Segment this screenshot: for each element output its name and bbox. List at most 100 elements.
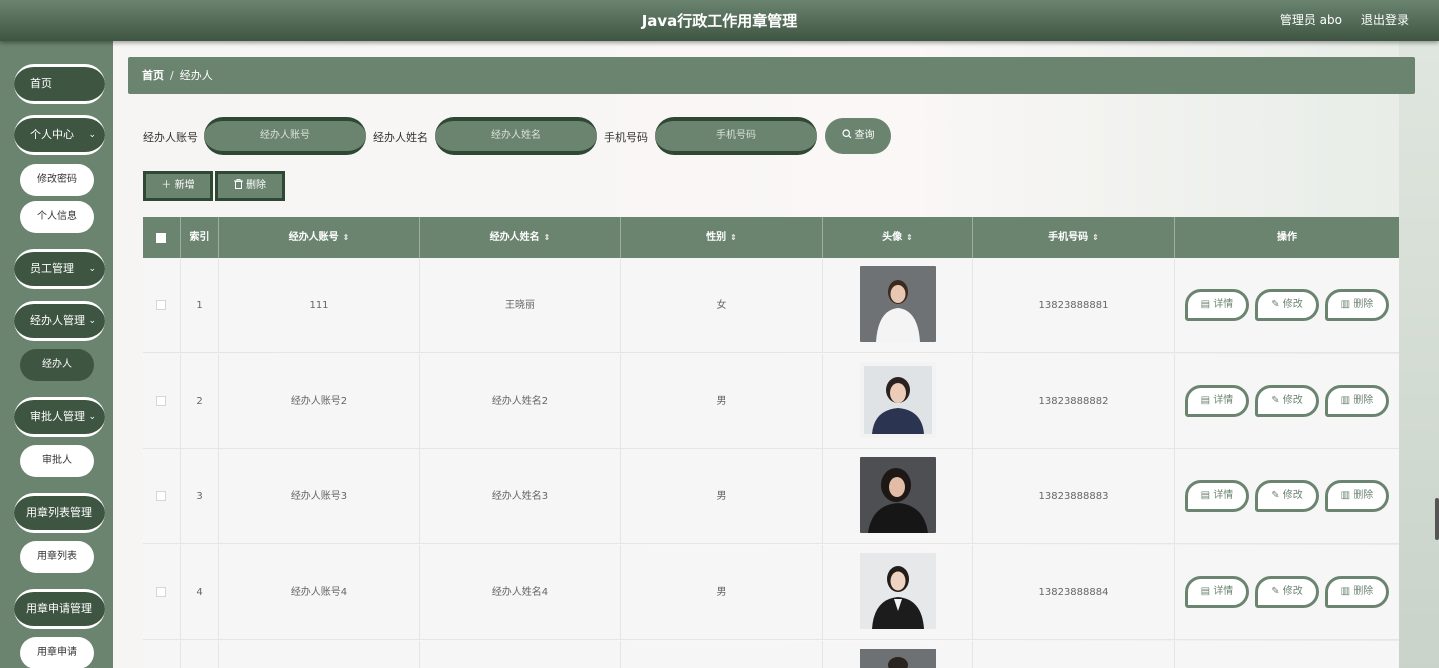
page-scrollbar[interactable]: [1435, 498, 1439, 540]
sidebar-item-handler-management[interactable]: 经办人管理 ⌄: [14, 301, 105, 341]
name-cell: 经办人姓名2: [420, 354, 621, 449]
gender-cell: [621, 641, 823, 668]
edit-button[interactable]: ✎ 修改: [1255, 289, 1319, 321]
sidebar-item-handler[interactable]: 经办人: [20, 349, 94, 381]
detail-button[interactable]: ▤ 详情: [1185, 385, 1249, 417]
row-select-cell: [143, 545, 181, 640]
gender-cell: 女: [621, 258, 823, 353]
detail-button[interactable]: ▤ 详情: [1185, 480, 1249, 512]
index-cell: 1: [181, 258, 219, 353]
trash-icon: ▥: [1340, 299, 1351, 310]
app-header: Java行政工作用章管理 管理员 abo 退出登录: [0, 0, 1439, 41]
document-icon: ▤: [1200, 490, 1211, 501]
avatar: [860, 649, 936, 668]
sort-icon[interactable]: ⇕: [906, 233, 913, 242]
batch-delete-button[interactable]: 删除: [215, 171, 285, 201]
sort-icon[interactable]: ⇕: [343, 233, 350, 242]
pencil-icon: ✎: [1271, 586, 1280, 597]
logout-button[interactable]: 退出登录: [1361, 11, 1409, 28]
trash-icon: ▥: [1340, 490, 1351, 501]
sidebar-item-staff-management[interactable]: 员工管理 ⌄: [14, 249, 105, 289]
document-icon: ▤: [1200, 395, 1211, 406]
column-header-actions: 操作: [1277, 232, 1297, 243]
row-select-cell: [143, 354, 181, 449]
search-icon: [841, 129, 851, 139]
add-button[interactable]: ＋ 新增: [143, 171, 213, 201]
sidebar-item-seal-application-management[interactable]: 用章申请管理: [14, 589, 105, 629]
column-header-gender[interactable]: 性别 ⇕: [621, 217, 823, 258]
name-cell: 经办人姓名3: [420, 449, 621, 544]
row-checkbox[interactable]: [156, 396, 166, 406]
row-select-cell: [143, 449, 181, 544]
chevron-down-icon: ⌄: [88, 316, 96, 326]
row-checkbox[interactable]: [156, 587, 166, 597]
breadcrumb: 首页 / 经办人: [128, 57, 1415, 94]
account-cell: [219, 641, 420, 668]
avatar: [860, 553, 936, 629]
table-row: 4 经办人账号4 经办人姓名4 男 13823888884 ▤ 详情 ✎ 修改 …: [143, 545, 1399, 640]
account-cell: 111: [219, 258, 420, 353]
current-user: 管理员 abo: [1279, 13, 1342, 27]
chevron-down-icon: ⌄: [88, 264, 96, 274]
sidebar: 首页 个人中心 ⌄ 修改密码 个人信息 员工管理 ⌄ 经办人管理 ⌄ 经办人 审批人管…: [0, 41, 113, 668]
account-search-label: 经办人账号: [143, 131, 198, 144]
delete-button[interactable]: ▥ 删除: [1325, 480, 1389, 512]
sidebar-item-change-password[interactable]: 修改密码: [20, 164, 94, 196]
sidebar-item-approver-management[interactable]: 审批人管理 ⌄: [14, 397, 105, 437]
phone-search-label: 手机号码: [604, 131, 648, 144]
delete-button[interactable]: ▥ 删除: [1325, 576, 1389, 608]
gender-cell: 男: [621, 354, 823, 449]
query-button[interactable]: 查询: [825, 118, 891, 154]
select-all-cell: [143, 217, 181, 258]
sidebar-item-approver[interactable]: 审批人: [20, 445, 94, 477]
sidebar-item-seal-list[interactable]: 用章列表: [20, 541, 94, 573]
index-cell: 3: [181, 449, 219, 544]
breadcrumb-home[interactable]: 首页: [142, 69, 164, 82]
table-row: 1 111 王晓丽 女 13823888881 ▤ 详情 ✎ 修改 ▥ 删除: [143, 258, 1399, 353]
column-header-name[interactable]: 经办人姓名 ⇕: [420, 217, 621, 258]
sort-icon[interactable]: ⇕: [544, 233, 551, 242]
column-header-account[interactable]: 经办人账号 ⇕: [219, 217, 420, 258]
column-header-avatar[interactable]: 头像 ⇕: [823, 217, 973, 258]
avatar: [860, 362, 936, 438]
edit-button[interactable]: ✎ 修改: [1255, 385, 1319, 417]
chevron-down-icon: ⌄: [88, 130, 96, 140]
account-cell: 经办人账号4: [219, 545, 420, 640]
sidebar-item-seal-application[interactable]: 用章申请: [20, 637, 94, 668]
sidebar-item-seal-list-management[interactable]: 用章列表管理: [14, 493, 105, 533]
select-all-checkbox[interactable]: [156, 233, 166, 243]
row-checkbox[interactable]: [156, 491, 166, 501]
detail-button[interactable]: ▤ 详情: [1185, 289, 1249, 321]
sort-icon[interactable]: ⇕: [730, 233, 737, 242]
phone-cell: [973, 641, 1175, 668]
pencil-icon: ✎: [1271, 490, 1280, 501]
breadcrumb-separator: /: [170, 69, 174, 82]
avatar: [860, 266, 936, 342]
main-content: 首页 / 经办人 经办人账号 经办人账号 经办人姓名 经办人姓名 手机号码 手机号码…: [113, 41, 1439, 668]
edit-button[interactable]: ✎ 修改: [1255, 576, 1319, 608]
index-cell: 2: [181, 354, 219, 449]
sidebar-item-personal-center[interactable]: 个人中心 ⌄: [14, 115, 105, 155]
row-checkbox[interactable]: [156, 300, 166, 310]
name-search-input[interactable]: 经办人姓名: [435, 117, 597, 155]
account-cell: 经办人账号3: [219, 449, 420, 544]
phone-cell: 13823888883: [973, 449, 1175, 544]
sidebar-item-home[interactable]: 首页: [14, 64, 105, 104]
trash-icon: ▥: [1340, 395, 1351, 406]
breadcrumb-current: 经办人: [179, 69, 213, 82]
edit-button[interactable]: ✎ 修改: [1255, 480, 1319, 512]
index-cell: 4: [181, 545, 219, 640]
gender-cell: 男: [621, 545, 823, 640]
pencil-icon: ✎: [1271, 299, 1280, 310]
sort-icon[interactable]: ⇕: [1092, 233, 1099, 242]
sidebar-item-profile[interactable]: 个人信息: [20, 201, 94, 233]
account-search-input[interactable]: 经办人账号: [204, 117, 366, 155]
delete-button[interactable]: ▥ 删除: [1325, 289, 1389, 321]
detail-button[interactable]: ▤ 详情: [1185, 576, 1249, 608]
delete-button[interactable]: ▥ 删除: [1325, 385, 1389, 417]
phone-search-input[interactable]: 手机号码: [655, 117, 817, 155]
column-header-phone[interactable]: 手机号码 ⇕: [973, 217, 1175, 258]
account-cell: 经办人账号2: [219, 354, 420, 449]
row-select-cell: [143, 641, 181, 668]
phone-cell: 13823888881: [973, 258, 1175, 353]
